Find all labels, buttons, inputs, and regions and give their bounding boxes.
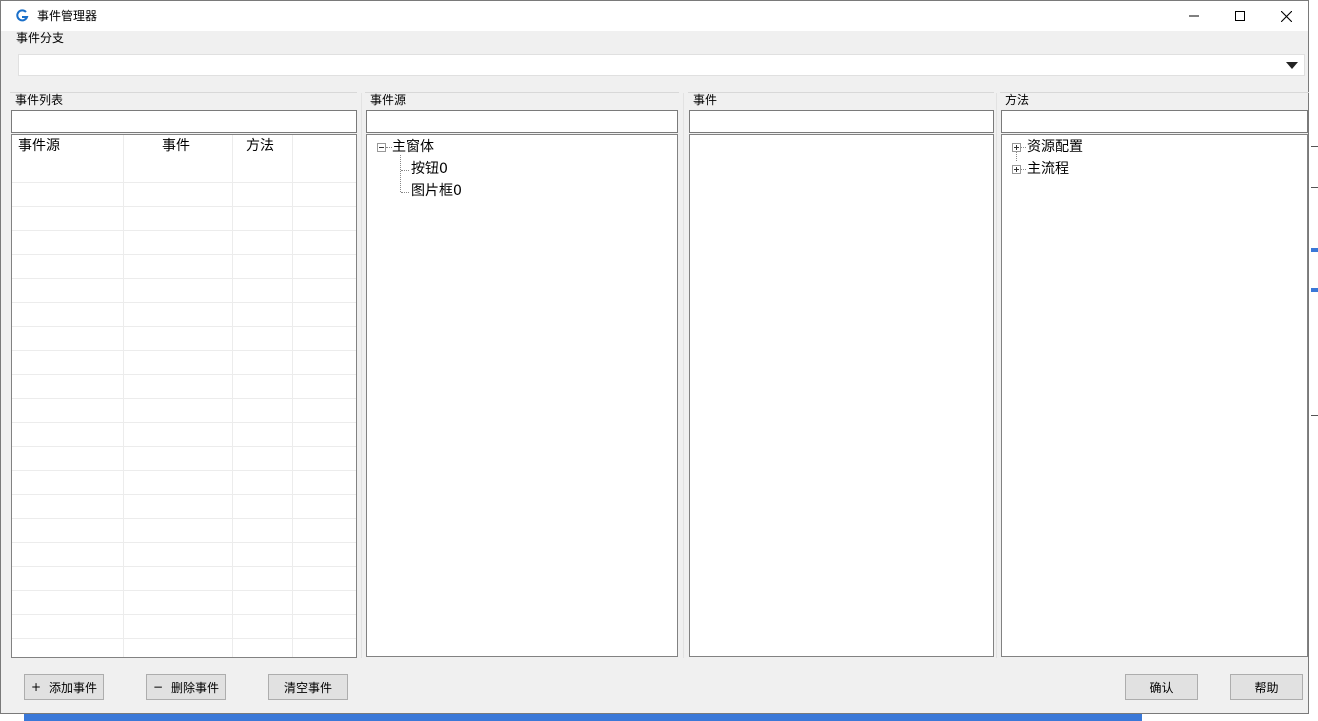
event-source-search-input[interactable]	[366, 110, 678, 133]
table-row	[12, 230, 356, 231]
close-icon	[1280, 10, 1292, 22]
maximize-icon	[1235, 11, 1245, 21]
clear-events-label: 清空事件	[283, 680, 332, 695]
tree-connector	[401, 170, 409, 171]
methods-search-input[interactable]	[1001, 110, 1308, 133]
event-list-label: 事件列表	[15, 93, 64, 107]
minus-icon: −	[152, 680, 164, 694]
dropdown-arrow-icon	[1286, 62, 1298, 69]
tree-node-resource-config[interactable]: 资源配置	[1027, 138, 1083, 156]
splitter[interactable]	[361, 93, 362, 658]
event-list-table[interactable]: 事件源 事件 方法	[11, 134, 357, 658]
tree-connector	[1021, 147, 1026, 148]
splitter[interactable]	[996, 93, 997, 658]
minimize-icon	[1189, 15, 1199, 17]
table-row	[12, 206, 356, 207]
add-event-label: 添加事件	[49, 680, 98, 695]
column-divider	[123, 135, 124, 657]
table-row	[12, 254, 356, 255]
column-header-source[interactable]: 事件源	[18, 135, 60, 159]
table-row	[12, 518, 356, 519]
plus-icon: +	[30, 680, 42, 694]
methods-label: 方法	[1005, 93, 1030, 107]
table-row	[12, 638, 356, 639]
column-divider	[292, 135, 293, 657]
table-row	[12, 494, 356, 495]
tree-connector	[400, 155, 401, 192]
add-event-button[interactable]: + 添加事件	[24, 674, 104, 700]
confirm-label: 确认	[1149, 680, 1174, 695]
table-row	[12, 590, 356, 591]
events-search-input[interactable]	[689, 110, 994, 133]
help-button[interactable]: 帮助	[1230, 674, 1303, 700]
group-divider	[365, 92, 679, 93]
tree-node-button[interactable]: 按钮0	[411, 160, 448, 178]
background-mark	[1311, 288, 1318, 292]
group-divider	[1000, 92, 1309, 93]
clear-events-button[interactable]: 清空事件	[268, 674, 348, 700]
events-label: 事件	[693, 93, 718, 107]
delete-event-button[interactable]: − 删除事件	[146, 674, 226, 700]
methods-tree[interactable]: 资源配置 主流程	[1001, 134, 1308, 657]
table-row	[12, 566, 356, 567]
event-list-search-input[interactable]	[11, 110, 357, 133]
table-row	[12, 302, 356, 303]
collapse-icon[interactable]	[377, 143, 386, 152]
table-row	[12, 398, 356, 399]
splitter[interactable]	[683, 93, 684, 658]
close-button[interactable]	[1263, 1, 1309, 31]
table-row	[12, 470, 356, 471]
help-label: 帮助	[1254, 680, 1279, 695]
background-mark	[1311, 415, 1318, 416]
tree-node-main-flow[interactable]: 主流程	[1027, 160, 1069, 178]
column-header-event[interactable]: 事件	[162, 135, 190, 159]
confirm-button[interactable]: 确认	[1125, 674, 1198, 700]
table-row	[12, 374, 356, 375]
background-mark	[1311, 146, 1318, 147]
expand-icon[interactable]	[1012, 143, 1021, 152]
group-divider	[688, 92, 994, 93]
window-title: 事件管理器	[37, 9, 98, 23]
table-row	[12, 278, 356, 279]
delete-event-label: 删除事件	[171, 680, 220, 695]
table-row	[12, 542, 356, 543]
expand-icon[interactable]	[1012, 165, 1021, 174]
table-row	[12, 326, 356, 327]
tree-connector	[1021, 169, 1026, 170]
background-taskbar	[24, 714, 1142, 721]
tree-connector	[1016, 152, 1017, 161]
events-list[interactable]	[689, 134, 994, 657]
minimize-button[interactable]	[1171, 1, 1217, 31]
branch-dropdown[interactable]	[18, 54, 1305, 76]
table-row	[12, 350, 356, 351]
table-row	[12, 182, 356, 183]
table-row	[12, 614, 356, 615]
tree-node-main-window[interactable]: 主窗体	[392, 138, 434, 156]
tree-connector	[401, 192, 409, 193]
table-row	[12, 446, 356, 447]
background-mark	[1311, 248, 1318, 252]
event-manager-dialog: 事件管理器 事件分支 事件列表 事件源 事件 方法 事件源 主窗体 按钮0 图片…	[0, 0, 1309, 714]
event-source-label: 事件源	[370, 93, 407, 107]
maximize-button[interactable]	[1217, 1, 1263, 31]
event-source-tree[interactable]: 主窗体 按钮0 图片框0	[366, 134, 678, 657]
app-logo-icon	[16, 9, 29, 22]
tree-node-picture-box[interactable]: 图片框0	[411, 182, 462, 200]
column-header-method[interactable]: 方法	[246, 135, 274, 159]
branch-label: 事件分支	[16, 31, 65, 45]
background-mark	[1311, 187, 1318, 188]
column-divider	[232, 135, 233, 657]
title-bar[interactable]: 事件管理器	[1, 1, 1308, 31]
table-row	[12, 422, 356, 423]
background-window	[1309, 0, 1318, 721]
